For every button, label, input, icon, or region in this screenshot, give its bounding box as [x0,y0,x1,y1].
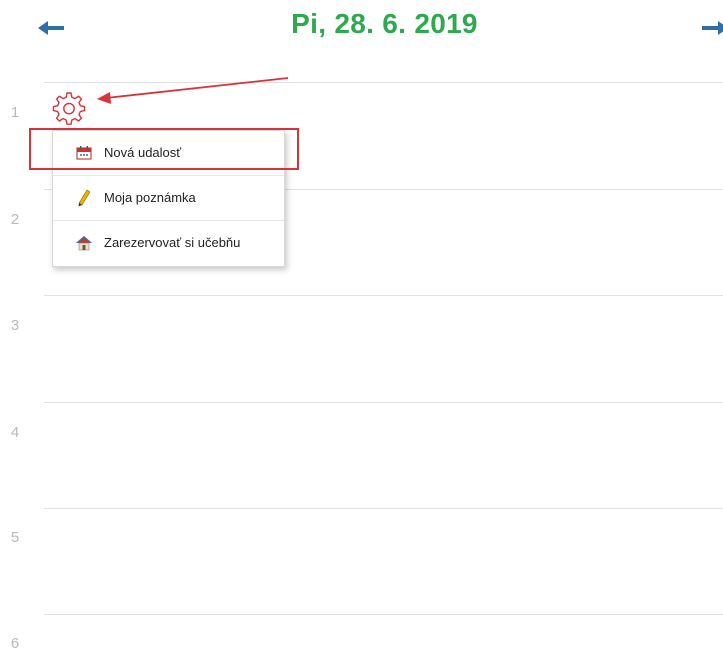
slot-divider [44,402,723,403]
slot-number: 3 [10,317,20,334]
slot-number: 2 [10,211,20,228]
calendar-icon [76,146,92,160]
menu-item-label: Zarezervovať si učebňu [104,235,241,250]
slot-divider [44,614,723,615]
slot-number: 1 [10,104,20,121]
menu-item-label: Nová udalosť [104,145,182,160]
slot-number: 5 [10,529,20,546]
menu-item-my-note[interactable]: Moja poznámka [53,176,284,220]
house-icon [76,236,92,251]
menu-item-new-event[interactable]: Nová udalosť [53,131,284,175]
pencil-icon [78,189,91,207]
context-menu: Nová udalosť Moja poznámka Zarezervovať … [52,130,285,267]
slot-divider [44,508,723,509]
slot-divider [44,295,723,296]
slot-number: 4 [10,424,20,441]
menu-item-book-classroom[interactable]: Zarezervovať si učebňu [53,221,284,265]
day-slots: 1 2 3 4 5 6 [0,0,723,655]
gear-icon[interactable] [51,90,87,126]
menu-item-label: Moja poznámka [104,190,196,205]
slot-divider [44,82,723,83]
slot-number: 6 [10,635,20,652]
